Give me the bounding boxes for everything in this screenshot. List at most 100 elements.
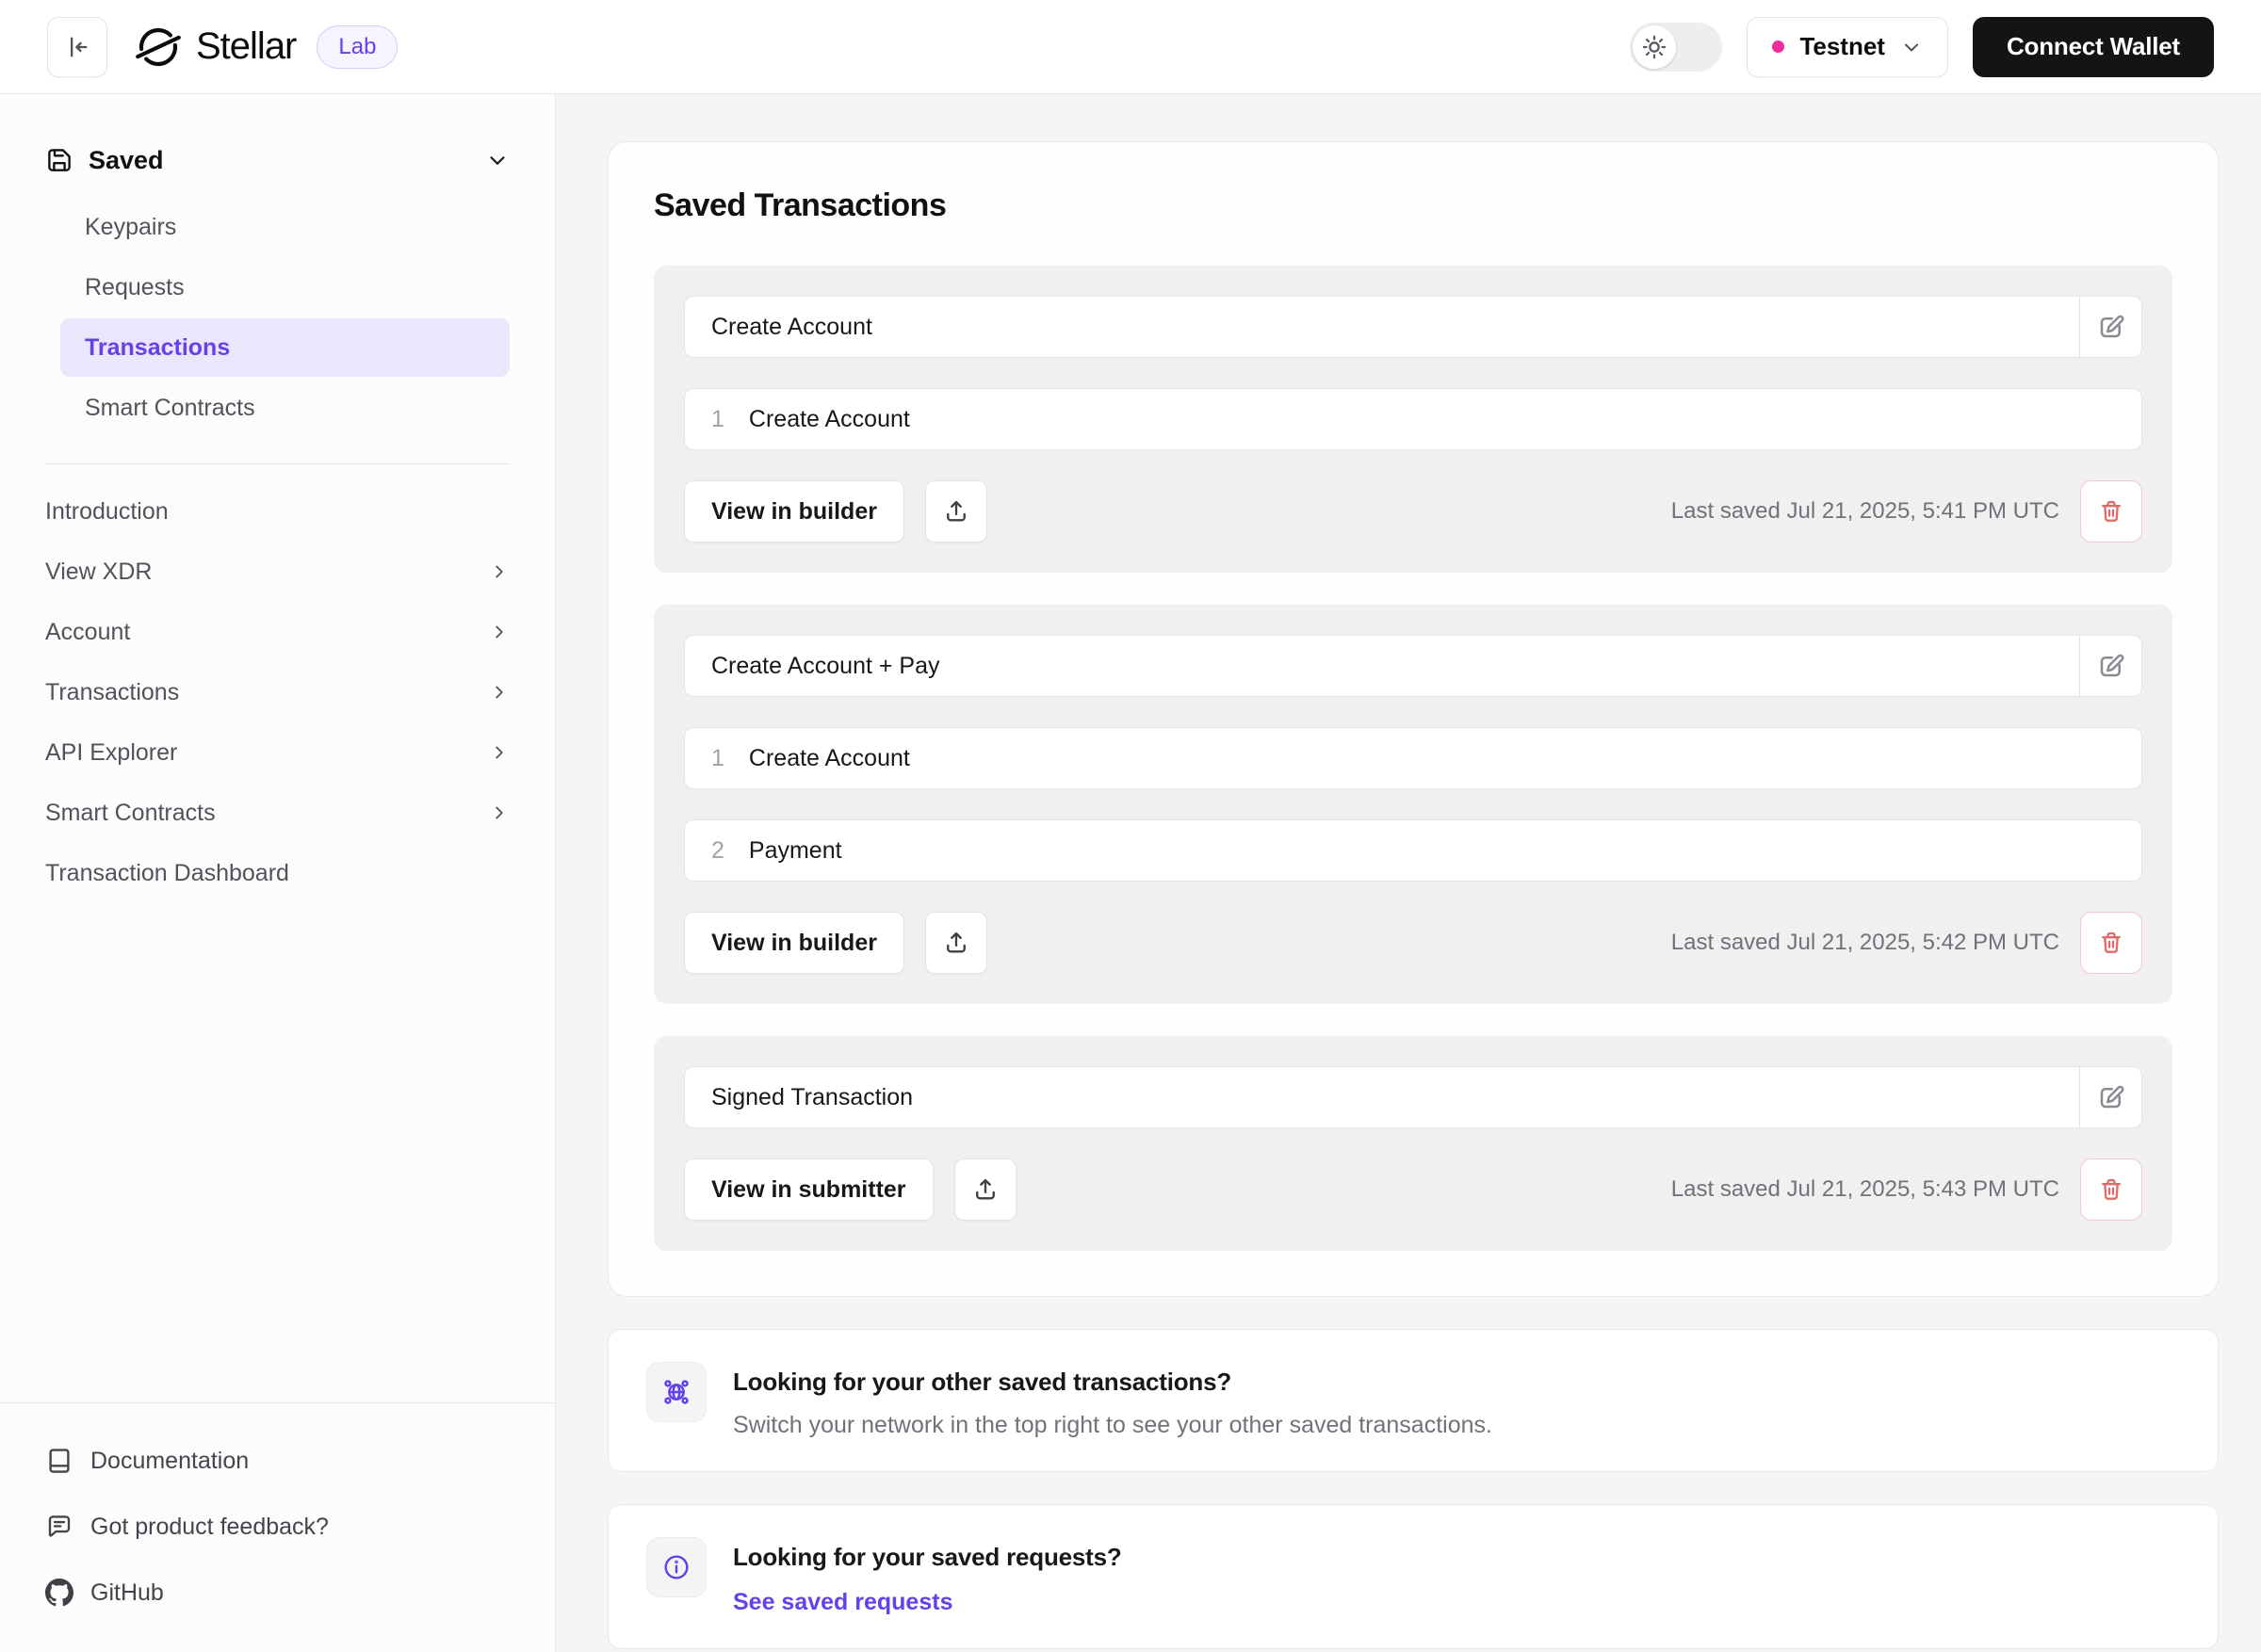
sidebar-item-label: Transaction Dashboard bbox=[45, 859, 289, 886]
last-saved-timestamp: Last saved Jul 21, 2025, 5:43 PM UTC bbox=[1670, 1176, 2059, 1202]
github-icon bbox=[45, 1579, 73, 1607]
collapse-sidebar-icon bbox=[71, 37, 88, 57]
transaction-name: Create Account bbox=[711, 313, 872, 340]
edit-icon bbox=[2100, 1085, 2124, 1109]
operation-label: Payment bbox=[748, 836, 842, 864]
chevron-right-icon bbox=[496, 806, 503, 819]
operation-number: 1 bbox=[711, 744, 724, 771]
chevron-down-icon bbox=[1904, 43, 1918, 51]
operation-number: 1 bbox=[711, 405, 724, 432]
network-label: Testnet bbox=[1799, 32, 1885, 60]
network-globe-icon bbox=[664, 1380, 689, 1404]
infobox-icon-tile bbox=[646, 1362, 707, 1422]
card-footer: View in builder Last saved Jul 21, 2025,… bbox=[684, 480, 2142, 543]
sidebar-top: Saved Keypairs Requests Transactions Sma… bbox=[0, 94, 555, 903]
upload-icon bbox=[947, 931, 966, 953]
operation-row: 2 Payment bbox=[684, 819, 2142, 882]
sun-icon bbox=[1643, 35, 1667, 58]
operation-number: 2 bbox=[711, 836, 724, 864]
trash-icon bbox=[2102, 1178, 2121, 1200]
trash-icon bbox=[2102, 500, 2121, 522]
feedback-bubble-icon bbox=[48, 1515, 71, 1537]
chevron-right-icon bbox=[496, 565, 503, 578]
product-feedback-link[interactable]: Got product feedback? bbox=[45, 1505, 510, 1548]
footer-link-label: Documentation bbox=[90, 1447, 250, 1474]
sidebar-item-view-xdr[interactable]: View XDR bbox=[45, 542, 510, 602]
connect-wallet-button[interactable]: Connect Wallet bbox=[1972, 16, 2214, 77]
sidebar-footer: Documentation Got product feedback? GitH… bbox=[0, 1402, 555, 1652]
view-in-builder-button[interactable]: View in builder bbox=[684, 480, 904, 543]
sidebar-item-label: Introduction bbox=[45, 497, 169, 525]
see-saved-requests-link[interactable]: See saved requests bbox=[733, 1589, 952, 1616]
sidebar-item-label: Requests bbox=[85, 273, 185, 300]
sidebar-item-keypairs[interactable]: Keypairs bbox=[60, 198, 510, 256]
last-saved-timestamp: Last saved Jul 21, 2025, 5:41 PM UTC bbox=[1670, 498, 2059, 524]
operation-row: 1 Create Account bbox=[684, 727, 2142, 789]
github-link[interactable]: GitHub bbox=[45, 1571, 510, 1614]
share-transaction-button[interactable] bbox=[924, 912, 987, 974]
sidebar-item-smart-contracts-nav[interactable]: Smart Contracts bbox=[45, 783, 510, 843]
sidebar-item-label: Account bbox=[45, 618, 131, 645]
sidebar-item-account[interactable]: Account bbox=[45, 602, 510, 662]
footer-link-label: GitHub bbox=[90, 1579, 164, 1606]
edit-name-button[interactable] bbox=[2079, 297, 2141, 357]
edit-name-button[interactable] bbox=[2079, 1067, 2141, 1127]
sidebar-divider bbox=[45, 463, 510, 464]
transaction-name: Create Account + Pay bbox=[711, 652, 940, 679]
view-in-submitter-button[interactable]: View in submitter bbox=[684, 1158, 934, 1221]
chevron-down-icon bbox=[490, 156, 505, 165]
share-transaction-button[interactable] bbox=[953, 1158, 1017, 1221]
delete-transaction-button[interactable] bbox=[2080, 480, 2142, 543]
card-footer: View in builder Last saved Jul 21, 2025,… bbox=[684, 912, 2142, 974]
sidebar-item-introduction[interactable]: Introduction bbox=[45, 481, 510, 542]
saved-requests-infobox: Looking for your saved requests? See sav… bbox=[608, 1504, 2219, 1649]
transaction-name-field[interactable]: Signed Transaction bbox=[685, 1067, 2079, 1127]
lab-badge: Lab bbox=[317, 24, 399, 69]
sidebar-section-saved[interactable]: Saved bbox=[45, 136, 510, 185]
sidebar-item-transaction-dashboard[interactable]: Transaction Dashboard bbox=[45, 843, 510, 903]
transaction-name: Signed Transaction bbox=[711, 1083, 914, 1110]
sidebar-item-transactions[interactable]: Transactions bbox=[60, 318, 510, 377]
operation-label: Create Account bbox=[748, 744, 910, 771]
sidebar-item-transactions-nav[interactable]: Transactions bbox=[45, 662, 510, 722]
edit-name-button[interactable] bbox=[2079, 636, 2141, 696]
delete-transaction-button[interactable] bbox=[2080, 1158, 2142, 1221]
transaction-name-row: Signed Transaction bbox=[684, 1066, 2142, 1128]
book-icon bbox=[49, 1449, 70, 1473]
collapse-sidebar-button[interactable] bbox=[47, 16, 107, 77]
sidebar-item-smart-contracts[interactable]: Smart Contracts bbox=[60, 379, 510, 437]
chevron-right-icon bbox=[496, 746, 503, 759]
sidebar-item-label: Transactions bbox=[85, 333, 231, 361]
transaction-name-row: Create Account + Pay bbox=[684, 635, 2142, 697]
save-icon bbox=[48, 149, 71, 171]
sidebar-item-label: Transactions bbox=[45, 678, 180, 705]
operation-row: 1 Create Account bbox=[684, 388, 2142, 450]
sidebar-item-label: View XDR bbox=[45, 558, 153, 585]
saved-subnav: Keypairs Requests Transactions Smart Con… bbox=[60, 198, 510, 437]
last-saved-timestamp: Last saved Jul 21, 2025, 5:42 PM UTC bbox=[1670, 930, 2059, 955]
delete-transaction-button[interactable] bbox=[2080, 912, 2142, 974]
transaction-name-field[interactable]: Create Account bbox=[685, 297, 2079, 357]
chevron-right-icon bbox=[496, 625, 503, 639]
documentation-link[interactable]: Documentation bbox=[45, 1439, 510, 1482]
card-footer: View in submitter Last saved Jul 21, 202… bbox=[684, 1158, 2142, 1221]
sidebar-item-api-explorer[interactable]: API Explorer bbox=[45, 722, 510, 783]
sidebar-section-label: Saved bbox=[89, 145, 164, 174]
share-transaction-button[interactable] bbox=[924, 480, 987, 543]
saved-transaction-card: Create Account 1 Create Account View in … bbox=[654, 266, 2172, 573]
infobox-description: Switch your network in the top right to … bbox=[733, 1412, 1492, 1438]
sidebar-item-label: Smart Contracts bbox=[45, 799, 216, 826]
transaction-name-field[interactable]: Create Account + Pay bbox=[685, 636, 2079, 696]
sidebar-item-requests[interactable]: Requests bbox=[60, 258, 510, 316]
header-right: Testnet Connect Wallet bbox=[1630, 16, 2214, 77]
theme-toggle[interactable] bbox=[1630, 22, 1723, 72]
network-select[interactable]: Testnet bbox=[1747, 16, 1948, 77]
infobox-title: Looking for your saved requests? bbox=[733, 1543, 1122, 1571]
chevron-right-icon bbox=[496, 686, 503, 699]
sidebar-nav: Introduction View XDR Account Transactio… bbox=[45, 481, 510, 903]
brand[interactable]: Stellar Lab bbox=[136, 24, 399, 70]
trash-icon bbox=[2102, 931, 2121, 953]
other-saved-transactions-infobox: Looking for your other saved transaction… bbox=[608, 1329, 2219, 1472]
edit-icon bbox=[2100, 654, 2124, 677]
view-in-builder-button[interactable]: View in builder bbox=[684, 912, 904, 974]
